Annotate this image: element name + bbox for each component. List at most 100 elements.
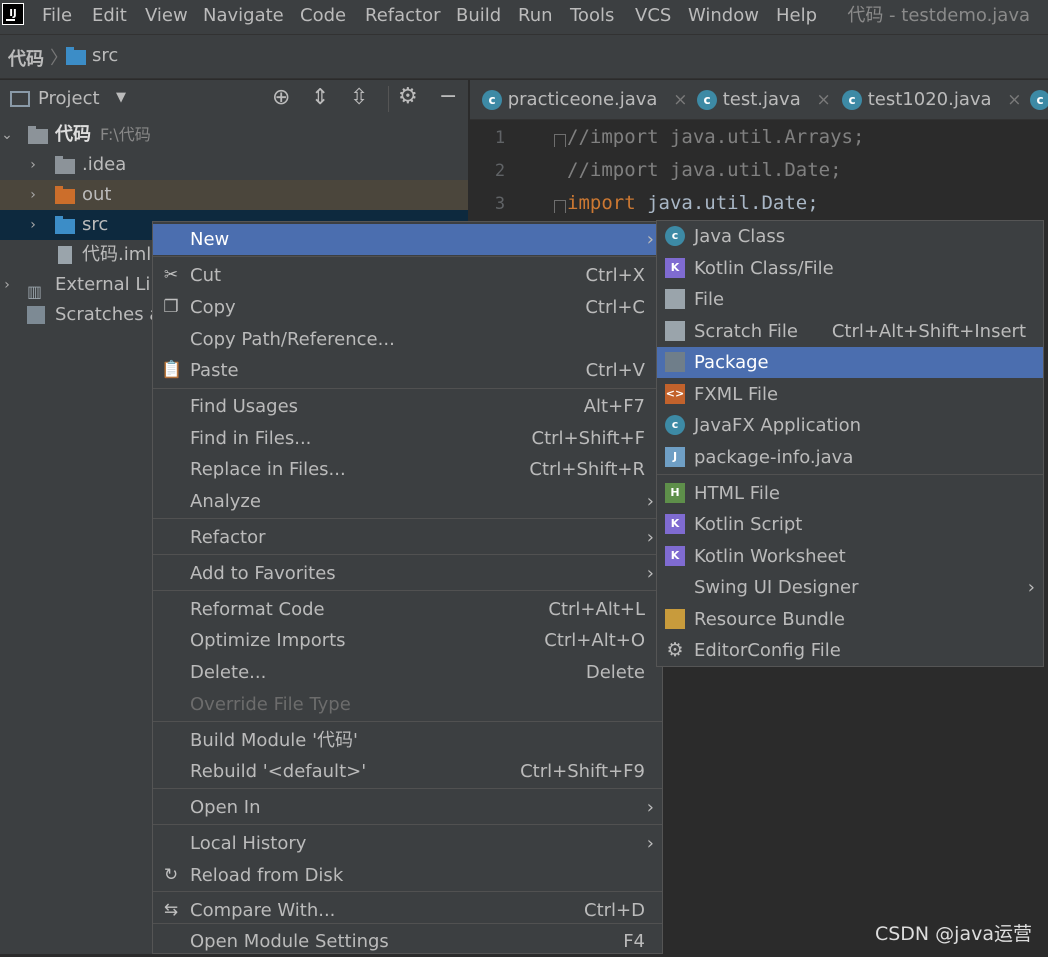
tree-row-root[interactable]: ⌄ 代码 F:\代码 <box>0 120 468 150</box>
chevron-down-icon[interactable]: ▼ <box>116 90 126 105</box>
project-panel-title[interactable]: Project <box>38 88 100 109</box>
new-submenu-item[interactable]: K Kotlin Script <box>657 509 1043 540</box>
menu-window[interactable]: Window <box>688 4 759 28</box>
context-menu-item[interactable]: Delete... Delete <box>153 657 662 688</box>
context-menu-item[interactable]: Analyze › <box>153 486 662 517</box>
new-submenu-item[interactable]: Swing UI Designer › <box>657 572 1043 603</box>
breadcrumb-folder[interactable]: src <box>92 45 118 66</box>
menu-item-label: Find in Files... <box>190 428 312 449</box>
gear-icon[interactable]: ⚙ <box>398 84 418 109</box>
tab-overflow[interactable]: c <box>1030 80 1048 120</box>
new-submenu-item[interactable]: Package <box>657 347 1043 378</box>
menu-item-label: Open Module Settings <box>190 931 389 952</box>
menu-build[interactable]: Build <box>456 4 501 28</box>
new-submenu: c Java Class K Kotlin Class/File File Scratch… <box>656 220 1044 667</box>
context-menu-item[interactable]: Find Usages Alt+F7 <box>153 391 662 422</box>
context-menu-item[interactable]: Copy Path/Reference... <box>153 324 662 355</box>
new-submenu-item[interactable]: K Kotlin Class/File <box>657 253 1043 284</box>
project-panel-header: Project ▼ ⊕ ⇕ ⇳ ⚙ − <box>0 80 468 120</box>
breadcrumb-project[interactable]: 代码 <box>8 45 44 71</box>
new-submenu-item[interactable]: K Kotlin Worksheet <box>657 541 1043 572</box>
fold-marker-icon[interactable] <box>554 200 566 213</box>
code-text: java.util.Date; <box>635 192 819 214</box>
context-menu-item[interactable]: Optimize Imports Ctrl+Alt+O <box>153 625 662 656</box>
menu-vcs[interactable]: VCS <box>635 4 671 28</box>
new-submenu-item[interactable]: Jpackage-info.java <box>657 442 1043 473</box>
tree-row-idea[interactable]: › .idea <box>0 150 468 180</box>
collapse-all-icon[interactable]: ⇳ <box>350 85 368 110</box>
context-menu-item[interactable]: Open In › <box>153 792 662 823</box>
context-menu-item[interactable]: Reformat Code Ctrl+Alt+L <box>153 594 662 625</box>
expand-all-icon[interactable]: ⇕ <box>311 85 329 110</box>
menu-code[interactable]: Code <box>300 4 346 28</box>
folder-icon <box>66 47 86 65</box>
context-menu-item[interactable]: Add to Favorites › <box>153 558 662 589</box>
menu-item-label: Swing UI Designer <box>694 577 859 598</box>
menu-item-label: Reformat Code <box>190 599 325 620</box>
chevron-right-icon[interactable]: › <box>0 270 14 300</box>
context-menu-item[interactable]: ↻ Reload from Disk <box>153 860 662 891</box>
menu-item-shortcut: Ctrl+Shift+F9 <box>520 761 645 782</box>
context-menu-item[interactable]: New › <box>153 224 662 255</box>
menu-item-label: Copy Path/Reference... <box>190 329 395 350</box>
new-submenu-item[interactable]: c Java Class <box>657 221 1043 252</box>
chevron-down-icon[interactable]: ⌄ <box>0 120 14 150</box>
new-submenu-item[interactable]: Resource Bundle <box>657 604 1043 635</box>
tree-row-out[interactable]: › out <box>0 180 468 210</box>
locate-icon[interactable]: ⊕ <box>272 85 290 110</box>
chevron-right-icon[interactable]: › <box>26 210 40 240</box>
fold-marker-icon[interactable] <box>554 134 566 147</box>
new-submenu-item[interactable]: Scratch File Ctrl+Alt+Shift+Insert <box>657 316 1043 347</box>
tree-label: out <box>82 184 112 205</box>
menu-separator <box>657 474 1043 475</box>
tab-test1020[interactable]: c test1020.java × <box>842 80 1022 120</box>
menu-item-shortcut: Ctrl+Shift+F <box>531 428 645 449</box>
menu-help[interactable]: Help <box>776 4 817 28</box>
chevron-right-icon[interactable]: › <box>26 180 40 210</box>
submenu-arrow-icon: › <box>646 797 654 818</box>
scissors-icon: ✂ <box>163 265 179 285</box>
context-menu-item[interactable]: Replace in Files... Ctrl+Shift+R <box>153 454 662 485</box>
menu-file[interactable]: File <box>42 4 72 28</box>
menu-item-label: Find Usages <box>190 396 299 417</box>
new-submenu-item[interactable]: c JavaFX Application <box>657 410 1043 441</box>
module-folder-icon <box>28 126 48 144</box>
new-submenu-item[interactable]: <> FXML File <box>657 379 1043 410</box>
menu-refactor[interactable]: Refactor <box>365 4 441 28</box>
context-menu-item[interactable]: Find in Files... Ctrl+Shift+F <box>153 423 662 454</box>
context-menu-item[interactable]: ⇆ Compare With... Ctrl+D <box>153 895 662 926</box>
context-menu-item[interactable]: Refactor › <box>153 522 662 553</box>
context-menu-item[interactable]: Rebuild '<default>' Ctrl+Shift+F9 <box>153 756 662 787</box>
tab-test[interactable]: c test.java × <box>697 80 831 120</box>
menu-edit[interactable]: Edit <box>92 4 127 28</box>
menu-item-label: New <box>190 229 230 250</box>
close-icon[interactable]: × <box>673 90 687 110</box>
context-menu-item[interactable]: ❐ Copy Ctrl+C <box>153 292 662 323</box>
menu-view[interactable]: View <box>145 4 188 28</box>
context-menu-item[interactable]: Build Module '代码' <box>153 725 662 756</box>
context-menu-item[interactable]: ✂ Cut Ctrl+X <box>153 260 662 291</box>
context-menu-item[interactable]: Local History › <box>153 828 662 859</box>
menu-navigate[interactable]: Navigate <box>203 4 284 28</box>
menu-tools[interactable]: Tools <box>570 4 614 28</box>
context-menu-item[interactable]: Open Module Settings F4 <box>153 926 662 957</box>
code-line: import java.util.Date; <box>567 192 819 214</box>
submenu-arrow-icon: › <box>1027 577 1035 598</box>
javafx-app-icon: c <box>665 415 685 435</box>
new-submenu-item[interactable]: ⚙ EditorConfig File <box>657 635 1043 666</box>
menu-item-label: Analyze <box>190 491 261 512</box>
new-submenu-item[interactable]: File <box>657 284 1043 315</box>
context-menu-item[interactable]: 📋 Paste Ctrl+V <box>153 355 662 386</box>
hide-icon[interactable]: − <box>439 84 457 109</box>
close-icon[interactable]: × <box>1007 90 1021 110</box>
menu-item-shortcut: Ctrl+D <box>584 900 645 921</box>
new-submenu-item[interactable]: H HTML File <box>657 478 1043 509</box>
context-menu-item: Override File Type <box>153 689 662 720</box>
close-icon[interactable]: × <box>816 90 830 110</box>
tab-practiceone[interactable]: c practiceone.java × <box>482 80 687 120</box>
chevron-right-icon[interactable]: › <box>26 150 40 180</box>
menu-run[interactable]: Run <box>518 4 553 28</box>
menu-separator <box>153 788 662 789</box>
line-number: 1 <box>494 128 506 148</box>
tree-label: Scratches a <box>55 304 161 325</box>
